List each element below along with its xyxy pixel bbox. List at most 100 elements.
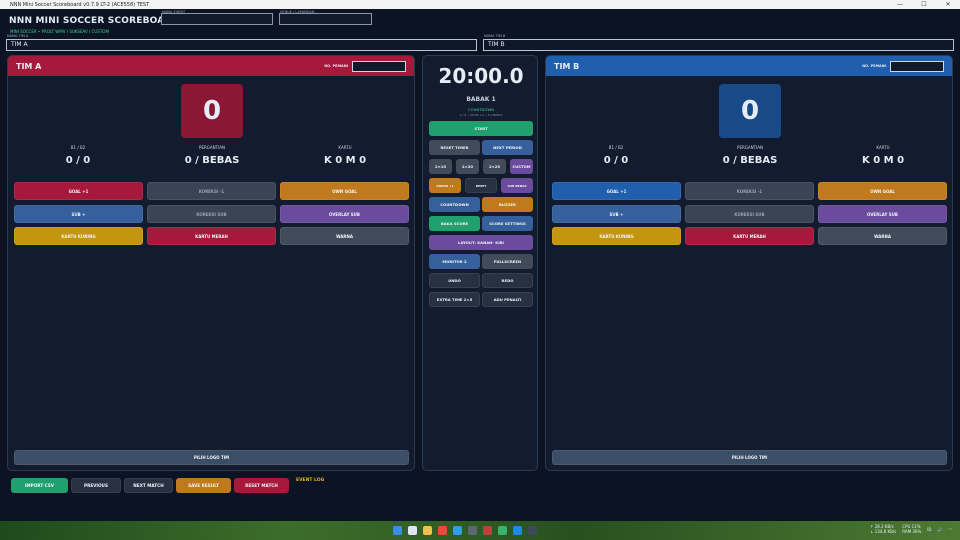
buzzer-button[interactable]: BUZZER	[482, 197, 533, 212]
window-controls: — ☐ ✕	[888, 0, 960, 9]
event-log-label: EVENT LOG	[296, 478, 325, 483]
monitor-2-button[interactable]: MONITOR 2	[429, 254, 480, 269]
team-a-panel: TIM A NO. PEMAIN 0 B1 / B2 0 / 0 PERGANT…	[7, 55, 415, 471]
media-icon[interactable]	[483, 526, 492, 535]
next-period-button[interactable]: NEXT PERIOD	[482, 140, 533, 155]
team-a-kartu-merah-button[interactable]: KARTU MERAH	[147, 227, 276, 245]
redo-button[interactable]: REDO	[482, 273, 533, 288]
team-b-sub-button[interactable]: SUB +	[552, 205, 681, 223]
team-b-warna-button[interactable]: WARNA	[818, 227, 947, 245]
reset-timer-button[interactable]: RESET TIMER	[429, 140, 480, 155]
team-a-overlay-sub-button[interactable]: OVERLAY SUB	[280, 205, 409, 223]
team-a-name-input[interactable]: TIM A	[6, 39, 477, 51]
score-settings-button[interactable]: SCORE SETTINGS	[482, 216, 533, 231]
team-b-b1b2-label: B1 / B2	[608, 145, 624, 150]
baka-score-button[interactable]: BAKA SCORE	[429, 216, 480, 231]
close-icon[interactable]: ✕	[936, 0, 960, 9]
chat-icon[interactable]	[498, 526, 507, 535]
extra-time-button[interactable]: EXTRA TIME 2×5	[429, 292, 480, 307]
team-b-logo-button[interactable]: PILIH LOGO TIM	[552, 450, 947, 465]
team-b-kartu-value: K 0 M 0	[861, 155, 905, 166]
team-b-own-goal-button[interactable]: OWN GOAL	[818, 182, 947, 200]
team-a-title: TIM A	[16, 61, 42, 71]
venue-field[interactable]	[279, 13, 372, 25]
system-usage: CPU 11% RAM 36%	[902, 524, 921, 534]
net-down: ↓ 134.8 KB/s	[870, 529, 897, 534]
team-a-logo-button[interactable]: PILIH LOGO TIM	[14, 450, 409, 465]
team-b-panel: TIM B NO. PEMAIN 0 B1 / B2 0 / 0 PERGANT…	[545, 55, 953, 471]
start-button[interactable]: START	[429, 121, 533, 136]
undo-button[interactable]: UNDO	[429, 273, 480, 288]
reset-added-button[interactable]: RESET	[465, 178, 497, 193]
team-b-kartu-kuning-button[interactable]: KARTU KUNING	[552, 227, 681, 245]
volume-icon[interactable]: 🔊	[938, 527, 943, 532]
next-match-button[interactable]: NEXT MATCH	[124, 478, 173, 493]
team-a-b1b2-label: B1 / B2	[70, 145, 86, 150]
team-a-kartu-label: KARTU	[338, 145, 352, 150]
fullscreen-button[interactable]: FULLSCREEN	[482, 254, 533, 269]
search-icon[interactable]	[408, 526, 417, 535]
app-window: NNN MINI SOCCER SCOREBOARD MINI SOCCER •…	[0, 9, 960, 521]
team-a-kartu-value: K 0 M 0	[323, 155, 367, 166]
team-a-koreksi-button[interactable]: KOREKSI -1	[147, 182, 276, 200]
preset-2x15-button[interactable]: 2×15	[429, 159, 452, 174]
team-a-kartu-kuning-button[interactable]: KARTU KUNING	[14, 227, 143, 245]
save-result-button[interactable]: SAVE RESULT	[176, 478, 231, 493]
app-icon[interactable]	[468, 526, 477, 535]
previous-button[interactable]: PREVIOUS	[71, 478, 121, 493]
team-a-warna-button[interactable]: WARNA	[280, 227, 409, 245]
team-b-b1b2-value: 0 / 0	[603, 155, 629, 166]
system-tray: ↑ 28.2 KB/s ↓ 134.8 KB/s CPU 11% RAM 36%…	[870, 524, 952, 534]
team-a-score: 0	[181, 84, 243, 138]
team-b-name-label: NAMA TIM B	[484, 34, 506, 38]
taskbar-apps	[393, 526, 537, 535]
team-b-name-input[interactable]: TIM B	[483, 39, 954, 51]
maximize-icon[interactable]: ☐	[912, 0, 936, 9]
team-a-name-label: NAMA TIM A	[7, 34, 29, 38]
layout-button[interactable]: LAYOUT: KANAN- KIRI	[429, 235, 533, 250]
start-icon[interactable]	[393, 526, 402, 535]
timer-mode: COUNTDOWN	[467, 107, 495, 112]
network-speed: ↑ 28.2 KB/s ↓ 134.8 KB/s	[870, 524, 896, 534]
reset-match-button[interactable]: RESET MATCH	[234, 478, 289, 493]
timer-info: 1 / 6 • 40:00 +1 • 5.0 BMbrt	[459, 113, 503, 117]
window-title: NNN Mini Soccer Scoreboard v0.7.9 LT-2 (…	[10, 1, 150, 8]
app-title: NNN MINI SOCCER SCOREBOARD	[9, 16, 180, 26]
team-b-header: TIM B NO. PEMAIN	[546, 56, 952, 76]
added-time-button[interactable]: ADDED +1	[429, 178, 461, 193]
team-b-koreksi-sub-button[interactable]: KOREKSI SUB	[685, 205, 814, 223]
custom-preset-button[interactable]: CUSTOM	[510, 159, 533, 174]
team-b-pergantian-label: PERGANTIAN	[737, 145, 763, 150]
folder-icon[interactable]	[423, 526, 432, 535]
preset-2x25-button[interactable]: 2×25	[483, 159, 506, 174]
team-a-player-no-label: NO. PEMAIN	[324, 64, 348, 68]
preset-2x20-button[interactable]: 2×20	[456, 159, 479, 174]
mail-icon[interactable]	[453, 526, 462, 535]
store-icon[interactable]	[513, 526, 522, 535]
sub-bebas-button[interactable]: SUB BEBAS	[501, 178, 533, 193]
team-b-kartu-merah-button[interactable]: KARTU MERAH	[685, 227, 814, 245]
countdown-button[interactable]: COUNTDOWN	[429, 197, 480, 212]
browser-icon[interactable]	[438, 526, 447, 535]
team-a-player-no-input[interactable]	[352, 60, 406, 72]
wifi-icon[interactable]: ◠	[949, 527, 953, 532]
adu-penalti-button[interactable]: ADU PENALTI	[482, 292, 533, 307]
team-a-goal-button[interactable]: GOAL +1	[14, 182, 143, 200]
team-b-player-no-label: NO. PEMAIN	[862, 64, 886, 68]
team-a-pergantian-label: PERGANTIAN	[199, 145, 225, 150]
import-csv-button[interactable]: IMPORT CSV	[11, 478, 68, 493]
team-b-kartu-label: KARTU	[876, 145, 890, 150]
period-label: BABAK 1	[466, 96, 496, 103]
team-b-player-no-input[interactable]	[890, 60, 944, 72]
timer-panel: 20:00.0 BABAK 1 COUNTDOWN 1 / 6 • 40:00 …	[422, 55, 538, 471]
team-a-koreksi-sub-button[interactable]: KOREKSI SUB	[147, 205, 276, 223]
language-indicator[interactable]: ID	[927, 527, 931, 532]
minimize-icon[interactable]: —	[888, 0, 912, 9]
team-b-goal-button[interactable]: GOAL +1	[552, 182, 681, 200]
team-b-overlay-sub-button[interactable]: OVERLAY SUB	[818, 205, 947, 223]
team-a-sub-button[interactable]: SUB +	[14, 205, 143, 223]
event-field[interactable]	[161, 13, 273, 25]
team-a-own-goal-button[interactable]: OWN GOAL	[280, 182, 409, 200]
terminal-icon[interactable]	[528, 526, 537, 535]
team-b-koreksi-button[interactable]: KOREKSI -1	[685, 182, 814, 200]
